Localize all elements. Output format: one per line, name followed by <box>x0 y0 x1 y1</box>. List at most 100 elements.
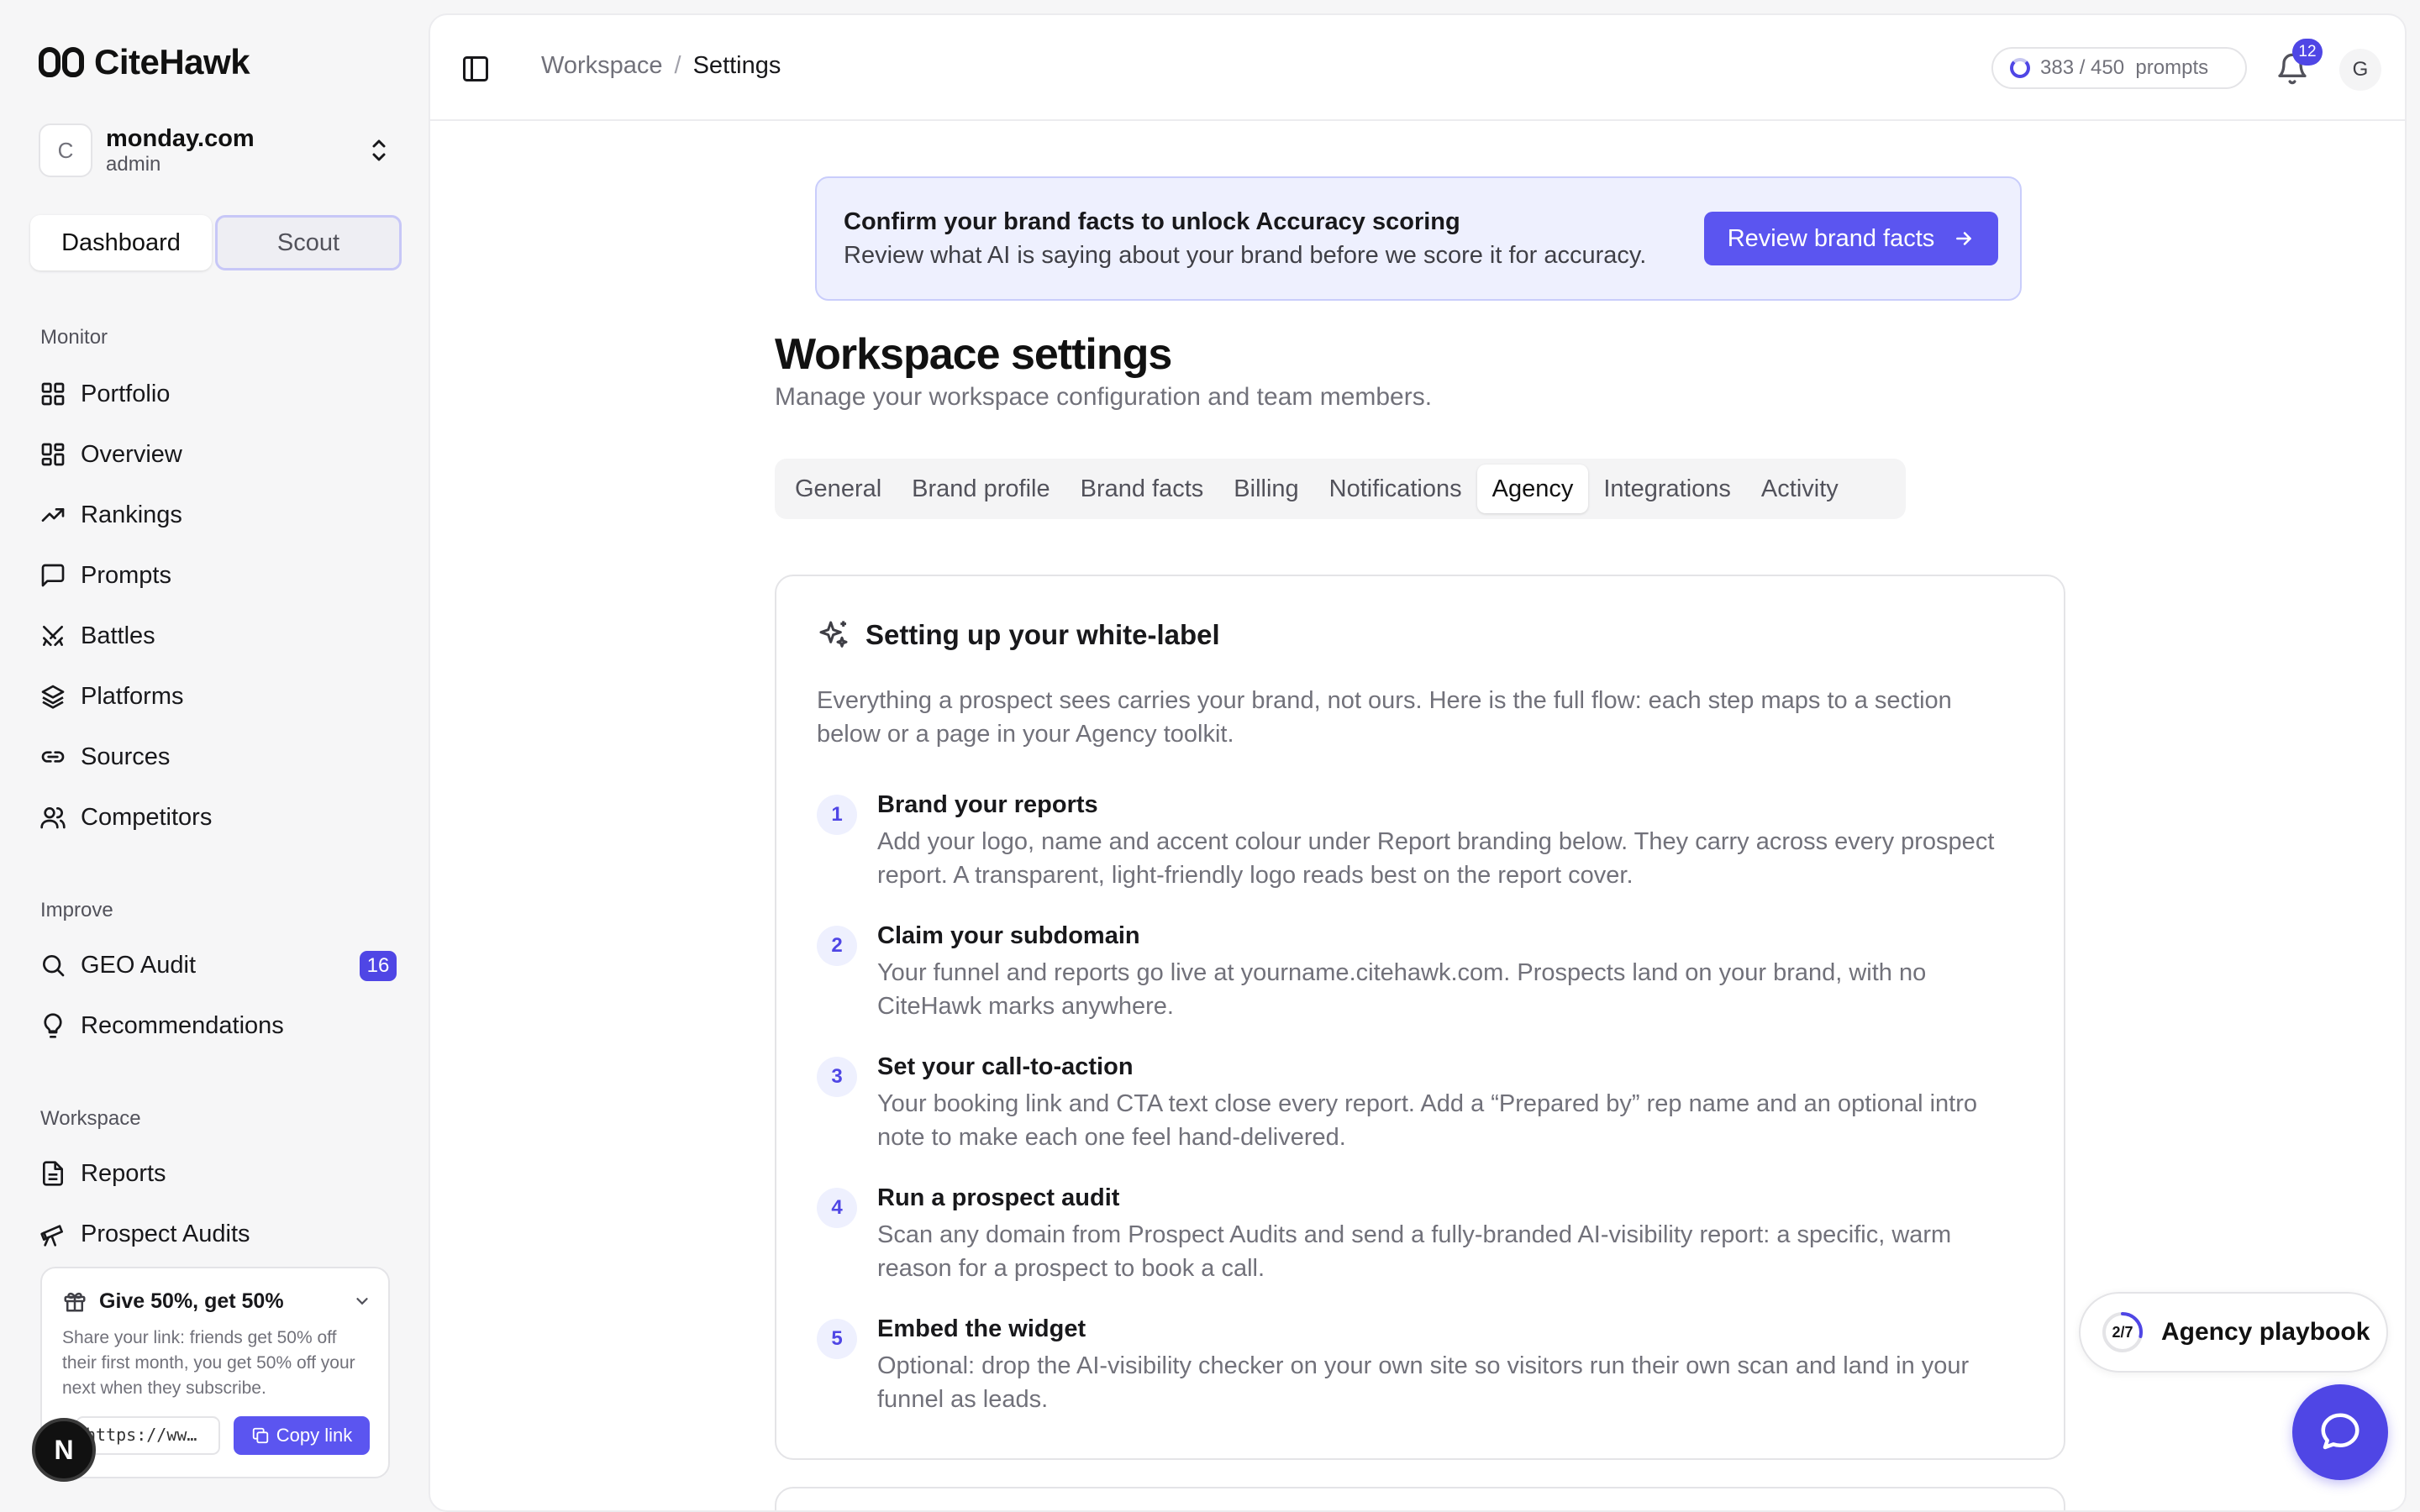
review-brand-facts-button[interactable]: Review brand facts <box>1704 212 1998 265</box>
section-label-monitor: Monitor <box>40 326 108 349</box>
referral-description: Share your link: friends get 50% off the… <box>62 1328 355 1398</box>
banner-subtitle: Review what AI is saying about your bran… <box>844 242 1647 269</box>
tab-notifications[interactable]: Notifications <box>1314 465 1477 513</box>
message-square-icon <box>39 561 67 590</box>
report-branding-card <box>775 1487 2065 1510</box>
sidebar-item-prospect-audits[interactable]: Prospect Audits <box>39 1210 398 1258</box>
section-label-workspace: Workspace <box>40 1107 141 1130</box>
next-dev-indicator[interactable]: N <box>32 1418 96 1482</box>
user-avatar[interactable]: G <box>2339 49 2381 91</box>
step-description: Optional: drop the AI-visibility checker… <box>877 1352 1970 1413</box>
copy-icon <box>252 1427 268 1444</box>
step-description: Your funnel and reports go live at yourn… <box>877 959 1927 1020</box>
step-description: Add your logo, name and accent colour un… <box>877 828 1995 889</box>
sidebar-item-platforms[interactable]: Platforms <box>39 672 398 721</box>
dashboard-mode-button[interactable]: Dashboard <box>30 215 212 270</box>
tab-brand-profile[interactable]: Brand profile <box>897 465 1065 513</box>
sidebar-item-portfolio[interactable]: Portfolio <box>39 370 398 418</box>
card-intro: Everything a prospect sees carries your … <box>817 687 1952 748</box>
geo-audit-count-badge: 16 <box>360 951 397 981</box>
breadcrumb: Workspace / Settings <box>541 52 781 80</box>
tab-billing[interactable]: Billing <box>1218 465 1313 513</box>
card-title: Setting up your white-label <box>865 619 1220 650</box>
citehawk-logo-icon <box>39 47 84 77</box>
scout-mode-button[interactable]: Scout <box>215 215 402 270</box>
telescope-icon <box>39 1220 67 1248</box>
search-icon <box>39 951 67 979</box>
sidebar-item-label: Battles <box>81 622 155 649</box>
org-avatar: C <box>39 123 92 177</box>
users-icon <box>39 803 67 832</box>
tab-brand-facts[interactable]: Brand facts <box>1065 465 1219 513</box>
sidebar-item-overview[interactable]: Overview <box>39 430 398 479</box>
chevrons-up-down-icon[interactable] <box>366 134 392 167</box>
grid-icon <box>39 440 67 469</box>
playbook-progress-ring: 2/7 <box>2101 1310 2144 1354</box>
review-brand-facts-label: Review brand facts <box>1727 224 1935 252</box>
banner-title: Confirm your brand facts to unlock Accur… <box>844 208 1460 235</box>
tab-agency[interactable]: Agency <box>1476 465 1589 513</box>
sidebar-item-rankings[interactable]: Rankings <box>39 491 398 539</box>
sidebar-item-prompts[interactable]: Prompts <box>39 551 398 600</box>
breadcrumb-settings: Settings <box>692 52 781 79</box>
sidebar-item-battles[interactable]: Battles <box>39 612 398 660</box>
step-description: Scan any domain from Prospect Audits and… <box>877 1221 1952 1282</box>
sidebar-item-reports[interactable]: Reports <box>39 1149 398 1198</box>
file-text-icon <box>39 1159 67 1188</box>
sidebar-item-label: Competitors <box>81 803 213 831</box>
step-title: Embed the widget <box>877 1315 1086 1342</box>
grid-icon <box>39 380 67 408</box>
sidebar-item-label: Sources <box>81 743 171 770</box>
playbook-label: Agency playbook <box>2161 1318 2370 1346</box>
step-number: 2 <box>817 926 857 966</box>
white-label-setup-card: Setting up your white-label Everything a… <box>775 575 2065 1460</box>
sidebar-item-label: Recommendations <box>81 1011 284 1039</box>
link-icon <box>39 743 67 771</box>
breadcrumb-workspace[interactable]: Workspace <box>541 52 663 80</box>
swords-icon <box>39 622 67 650</box>
brand-name: CiteHawk <box>94 42 250 81</box>
step-title: Brand your reports <box>877 791 1098 818</box>
sidebar-item-label: Reports <box>81 1159 166 1187</box>
sidebar-toggle-icon[interactable] <box>460 54 491 84</box>
prompt-usage-text: 383 / 450 prompts <box>2040 56 2209 79</box>
org-switcher[interactable]: C monday.com admin <box>39 123 392 178</box>
org-role: admin <box>106 153 161 176</box>
main-panel: Workspace / Settings 383 / 450 prompts 1… <box>429 13 2407 1512</box>
top-bar: Workspace / Settings 383 / 450 prompts 1… <box>430 15 2405 121</box>
breadcrumb-separator: / <box>674 52 681 79</box>
sidebar-item-competitors[interactable]: Competitors <box>39 793 398 842</box>
prompt-usage-pill[interactable]: 383 / 450 prompts <box>1991 47 2247 89</box>
chat-support-button[interactable] <box>2292 1384 2388 1480</box>
step-number: 5 <box>817 1319 857 1359</box>
step-description: Your booking link and CTA text close eve… <box>877 1090 1977 1151</box>
sidebar-item-label: GEO Audit <box>81 951 197 979</box>
mode-switch: Dashboard Scout <box>30 215 402 270</box>
step-title: Run a prospect audit <box>877 1184 1120 1211</box>
chevron-down-icon[interactable] <box>353 1292 371 1310</box>
tab-integrations[interactable]: Integrations <box>1588 465 1746 513</box>
sidebar-item-recommendations[interactable]: Recommendations <box>39 1001 398 1050</box>
referral-link-field[interactable]: https://ww… <box>76 1416 220 1455</box>
sidebar-item-label: Platforms <box>81 682 184 710</box>
sidebar-item-label: Prospect Audits <box>81 1220 250 1247</box>
trending-up-icon <box>39 501 67 529</box>
copy-link-button[interactable]: Copy link <box>234 1416 370 1455</box>
page-subtitle: Manage your workspace configuration and … <box>775 383 1433 411</box>
referral-header[interactable]: Give 50%, get 50% <box>62 1289 371 1314</box>
arrow-right-icon <box>1956 232 1972 245</box>
playbook-progress-text: 2/7 <box>2112 1323 2133 1341</box>
sidebar-item-sources[interactable]: Sources <box>39 732 398 781</box>
chat-bubble-icon <box>2321 1413 2360 1450</box>
notification-count-badge: 12 <box>2292 39 2323 66</box>
tab-general[interactable]: General <box>780 465 897 513</box>
sidebar-item-geo-audit[interactable]: GEO Audit 16 <box>39 941 398 990</box>
agency-playbook-button[interactable]: 2/7 Agency playbook <box>2079 1292 2388 1373</box>
tab-activity[interactable]: Activity <box>1746 465 1854 513</box>
sidebar: CiteHawk C monday.com admin Dashboard Sc… <box>0 0 429 1512</box>
settings-tabs: General Brand profile Brand facts Billin… <box>775 459 1906 519</box>
sidebar-item-label: Rankings <box>81 501 182 528</box>
sidebar-item-label: Portfolio <box>81 380 171 407</box>
brand-logo[interactable]: CiteHawk <box>39 42 250 82</box>
layers-icon <box>39 682 67 711</box>
